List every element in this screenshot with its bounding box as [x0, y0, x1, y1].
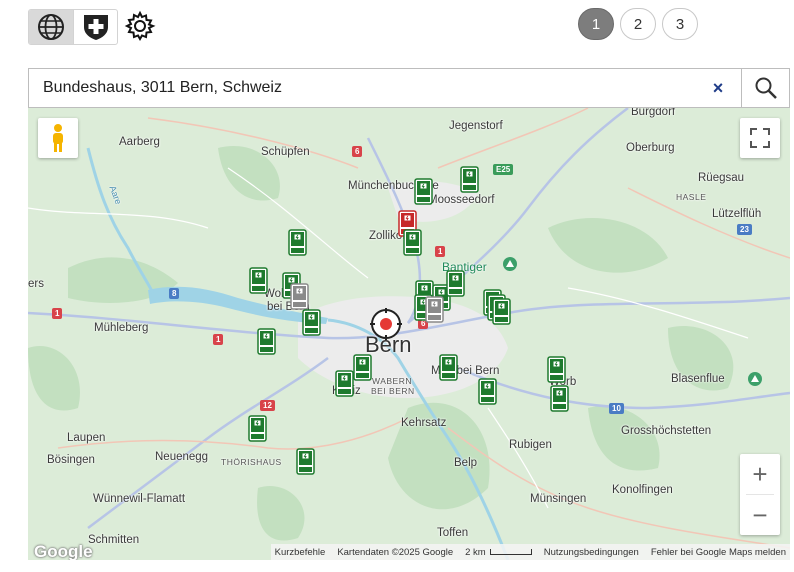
road-shield-12: 12 — [260, 400, 275, 411]
location-target-marker[interactable] — [370, 308, 402, 340]
map-mode-toggle — [28, 9, 118, 45]
map-data-text: Kartendaten ©2025 Google — [337, 546, 454, 558]
charger-marker[interactable] — [403, 229, 422, 256]
terms-link[interactable]: Nutzungsbedingungen — [544, 547, 639, 558]
search-input[interactable] — [28, 68, 742, 108]
road-shield-10: 10 — [609, 403, 624, 414]
charger-marker[interactable] — [248, 415, 267, 442]
place-neuenegg: Neuenegg — [155, 451, 209, 463]
road-shield-8: 8 — [169, 288, 180, 299]
charger-marker[interactable] — [257, 328, 276, 355]
swiss-map-button[interactable] — [73, 10, 117, 44]
place-grosshoechstetten: Grosshöchstetten — [621, 425, 712, 437]
charger-marker[interactable] — [446, 270, 465, 297]
fullscreen-button[interactable] — [740, 118, 780, 158]
google-logo: Google — [34, 542, 93, 560]
settings-button[interactable] — [124, 10, 156, 42]
charger-marker[interactable] — [302, 309, 321, 336]
place-kehrsatz: Kehrsatz — [401, 417, 447, 429]
place-ruegsau: Rüegsau — [698, 172, 745, 184]
pegman-icon — [53, 124, 63, 152]
charger-marker[interactable] — [425, 296, 444, 323]
road-shield-23: 23 — [737, 224, 752, 235]
globe-icon — [38, 14, 64, 40]
place-luetzelflueh: Lützelflüh — [712, 208, 762, 220]
pager: 1 2 3 — [578, 8, 698, 40]
fullscreen-icon — [750, 128, 770, 148]
swiss-cross-icon — [83, 15, 108, 40]
search-bar: × — [28, 68, 790, 108]
place-rubigen: Rubigen — [509, 439, 552, 451]
place-wuennewil: Wünnewil-Flamatt — [93, 493, 186, 505]
place-oberburg: Oberburg — [626, 142, 675, 154]
place-jegenstorf: Jegenstorf — [449, 120, 503, 132]
place-toffen: Toffen — [437, 527, 469, 539]
place-wabern-2: BEI BERN — [371, 386, 415, 396]
charger-marker[interactable] — [249, 267, 268, 294]
scale-bar[interactable]: 2 km — [465, 547, 532, 558]
place-blasenflue: Blasenflue — [671, 373, 725, 385]
globe-button[interactable] — [29, 10, 73, 44]
crosshair-icon — [370, 308, 402, 340]
charger-marker[interactable] — [414, 178, 433, 205]
place-ers: ers — [28, 278, 44, 290]
charger-marker[interactable] — [460, 166, 479, 193]
place-aarberg: Aarberg — [119, 136, 160, 148]
gear-icon — [124, 10, 156, 42]
place-laupen: Laupen — [67, 432, 106, 444]
scale-label: 2 km — [465, 546, 486, 558]
charger-marker[interactable] — [550, 385, 569, 412]
street-view-pegman[interactable] — [38, 118, 78, 158]
place-thorishaus: THÖRISHAUS — [221, 457, 282, 467]
charger-marker[interactable] — [288, 229, 307, 256]
charger-marker[interactable] — [353, 354, 372, 381]
place-wabern: WABERN — [372, 376, 412, 386]
search-icon — [755, 77, 777, 99]
place-konolfingen: Konolfingen — [612, 484, 673, 496]
charger-marker[interactable] — [547, 356, 566, 383]
scale-line — [489, 548, 532, 555]
road-shield-1c: 1 — [213, 334, 224, 345]
place-moosseedorf: Moosseedorf — [428, 194, 495, 206]
place-hasle: HASLE — [676, 192, 707, 202]
place-belp: Belp — [454, 457, 478, 469]
zoom-control: + − — [740, 454, 780, 535]
charger-marker[interactable] — [478, 378, 497, 405]
map-canvas[interactable]: Aarberg Schüpfen Jegenstorf Burgdorf Obe… — [28, 108, 790, 560]
page-2-button[interactable]: 2 — [620, 8, 656, 40]
road-shield-1a: 1 — [435, 246, 446, 257]
report-error-link[interactable]: Fehler bei Google Maps melden — [651, 547, 786, 558]
charger-marker[interactable] — [296, 448, 315, 475]
charger-marker[interactable] — [492, 298, 511, 325]
place-schuepfen: Schüpfen — [261, 146, 310, 158]
charger-marker[interactable] — [290, 283, 309, 310]
place-burgdorf: Burgdorf — [631, 108, 676, 118]
page-3-button[interactable]: 3 — [662, 8, 698, 40]
keyboard-shortcuts-link[interactable]: Kurzbefehle — [275, 547, 326, 558]
zoom-out-button[interactable]: − — [740, 495, 780, 535]
attribution-bar: Kurzbefehle Kartendaten ©2025 Google 2 k… — [270, 544, 790, 560]
road-shield-e25: E25 — [493, 164, 514, 175]
charger-marker[interactable] — [439, 354, 458, 381]
search-button[interactable] — [741, 68, 790, 108]
clear-search-button[interactable]: × — [704, 76, 732, 100]
charger-marker[interactable] — [335, 370, 354, 397]
place-muehleberg: Mühleberg — [94, 322, 149, 334]
road-shield-1b: 1 — [52, 308, 63, 319]
place-boesingen: Bösingen — [47, 454, 95, 466]
place-muensingen: Münsingen — [530, 493, 587, 505]
page-1-button[interactable]: 1 — [578, 8, 614, 40]
zoom-in-button[interactable]: + — [740, 454, 780, 494]
road-shield-6: 6 — [352, 146, 363, 157]
map-footer: Google Kurzbefehle Kartendaten ©2025 Goo… — [28, 542, 790, 560]
